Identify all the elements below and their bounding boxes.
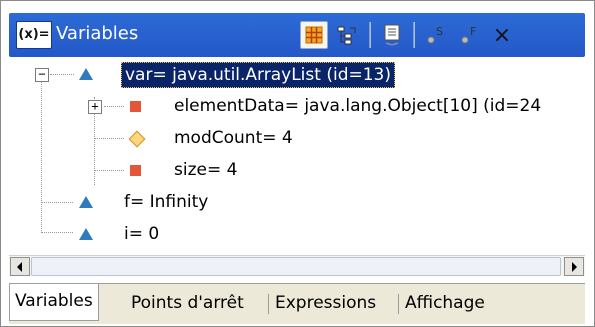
view-title-bar[interactable]: (x)= Variables S F ×	[9, 13, 585, 57]
tree-row-elementdata[interactable]: + elementData= java.lang.Object[10] (id=…	[9, 91, 585, 121]
view-title: Variables	[56, 23, 139, 44]
tab-points-darret[interactable]: Points d'arrêt	[126, 286, 249, 320]
scrollbar-thumb[interactable]	[31, 257, 561, 276]
toolbar-separator	[413, 22, 415, 48]
tree-row-modcount[interactable]: modCount= 4	[9, 123, 585, 153]
tab-separator	[398, 294, 399, 314]
svg-text:S: S	[436, 25, 443, 38]
tree-row-label: size= 4	[174, 160, 238, 180]
tree-row-size[interactable]: size= 4	[9, 155, 585, 185]
expand-icon[interactable]: +	[88, 100, 102, 114]
toolbar-separator	[369, 22, 371, 48]
tree-row-label: elementData= java.lang.Object[10] (id=24	[174, 96, 542, 116]
view-tab-bar: Variables Points d'arrêt Expressions Aff…	[9, 283, 585, 324]
variables-view: (x)= Variables S F × − var= java.util.Ar…	[0, 0, 595, 327]
tab-expressions[interactable]: Expressions	[270, 286, 381, 320]
collapse-icon[interactable]: −	[35, 68, 49, 82]
tree-row-i[interactable]: i= 0	[9, 219, 585, 249]
horizontal-scrollbar[interactable]	[9, 255, 585, 276]
show-type-names-icon[interactable]	[300, 21, 328, 49]
show-logical-structure-icon[interactable]	[334, 22, 360, 48]
local-variable-icon	[79, 68, 93, 80]
svg-text:F: F	[470, 25, 476, 38]
show-final-variables-icon[interactable]: F	[457, 22, 483, 48]
tree-row-var[interactable]: − var= java.util.ArrayList (id=13)	[9, 59, 585, 89]
local-variable-icon	[79, 196, 93, 208]
private-field-icon	[130, 101, 141, 112]
local-variable-icon	[79, 228, 93, 240]
tree-row-label: f= Infinity	[124, 192, 209, 212]
tree-row-label: i= 0	[124, 224, 160, 244]
private-field-icon	[130, 165, 141, 176]
show-static-variables-icon[interactable]: S	[423, 22, 449, 48]
tree-row-label: modCount= 4	[174, 128, 293, 148]
variables-tree[interactable]: − var= java.util.ArrayList (id=13) + ele…	[9, 59, 585, 254]
tab-separator	[268, 294, 269, 314]
tree-row-f[interactable]: f= Infinity	[9, 187, 585, 217]
variables-view-icon: (x)=	[16, 21, 52, 49]
protected-field-icon	[128, 130, 146, 148]
scroll-left-button[interactable]	[10, 257, 30, 276]
tab-variables[interactable]: Variables	[9, 284, 99, 321]
scroll-right-button[interactable]	[564, 257, 584, 276]
tab-affichage[interactable]: Affichage	[400, 286, 490, 320]
tree-row-label: var= java.util.ArrayList (id=13)	[121, 62, 395, 88]
close-icon[interactable]: ×	[489, 22, 515, 48]
collapse-all-icon[interactable]	[379, 22, 405, 48]
